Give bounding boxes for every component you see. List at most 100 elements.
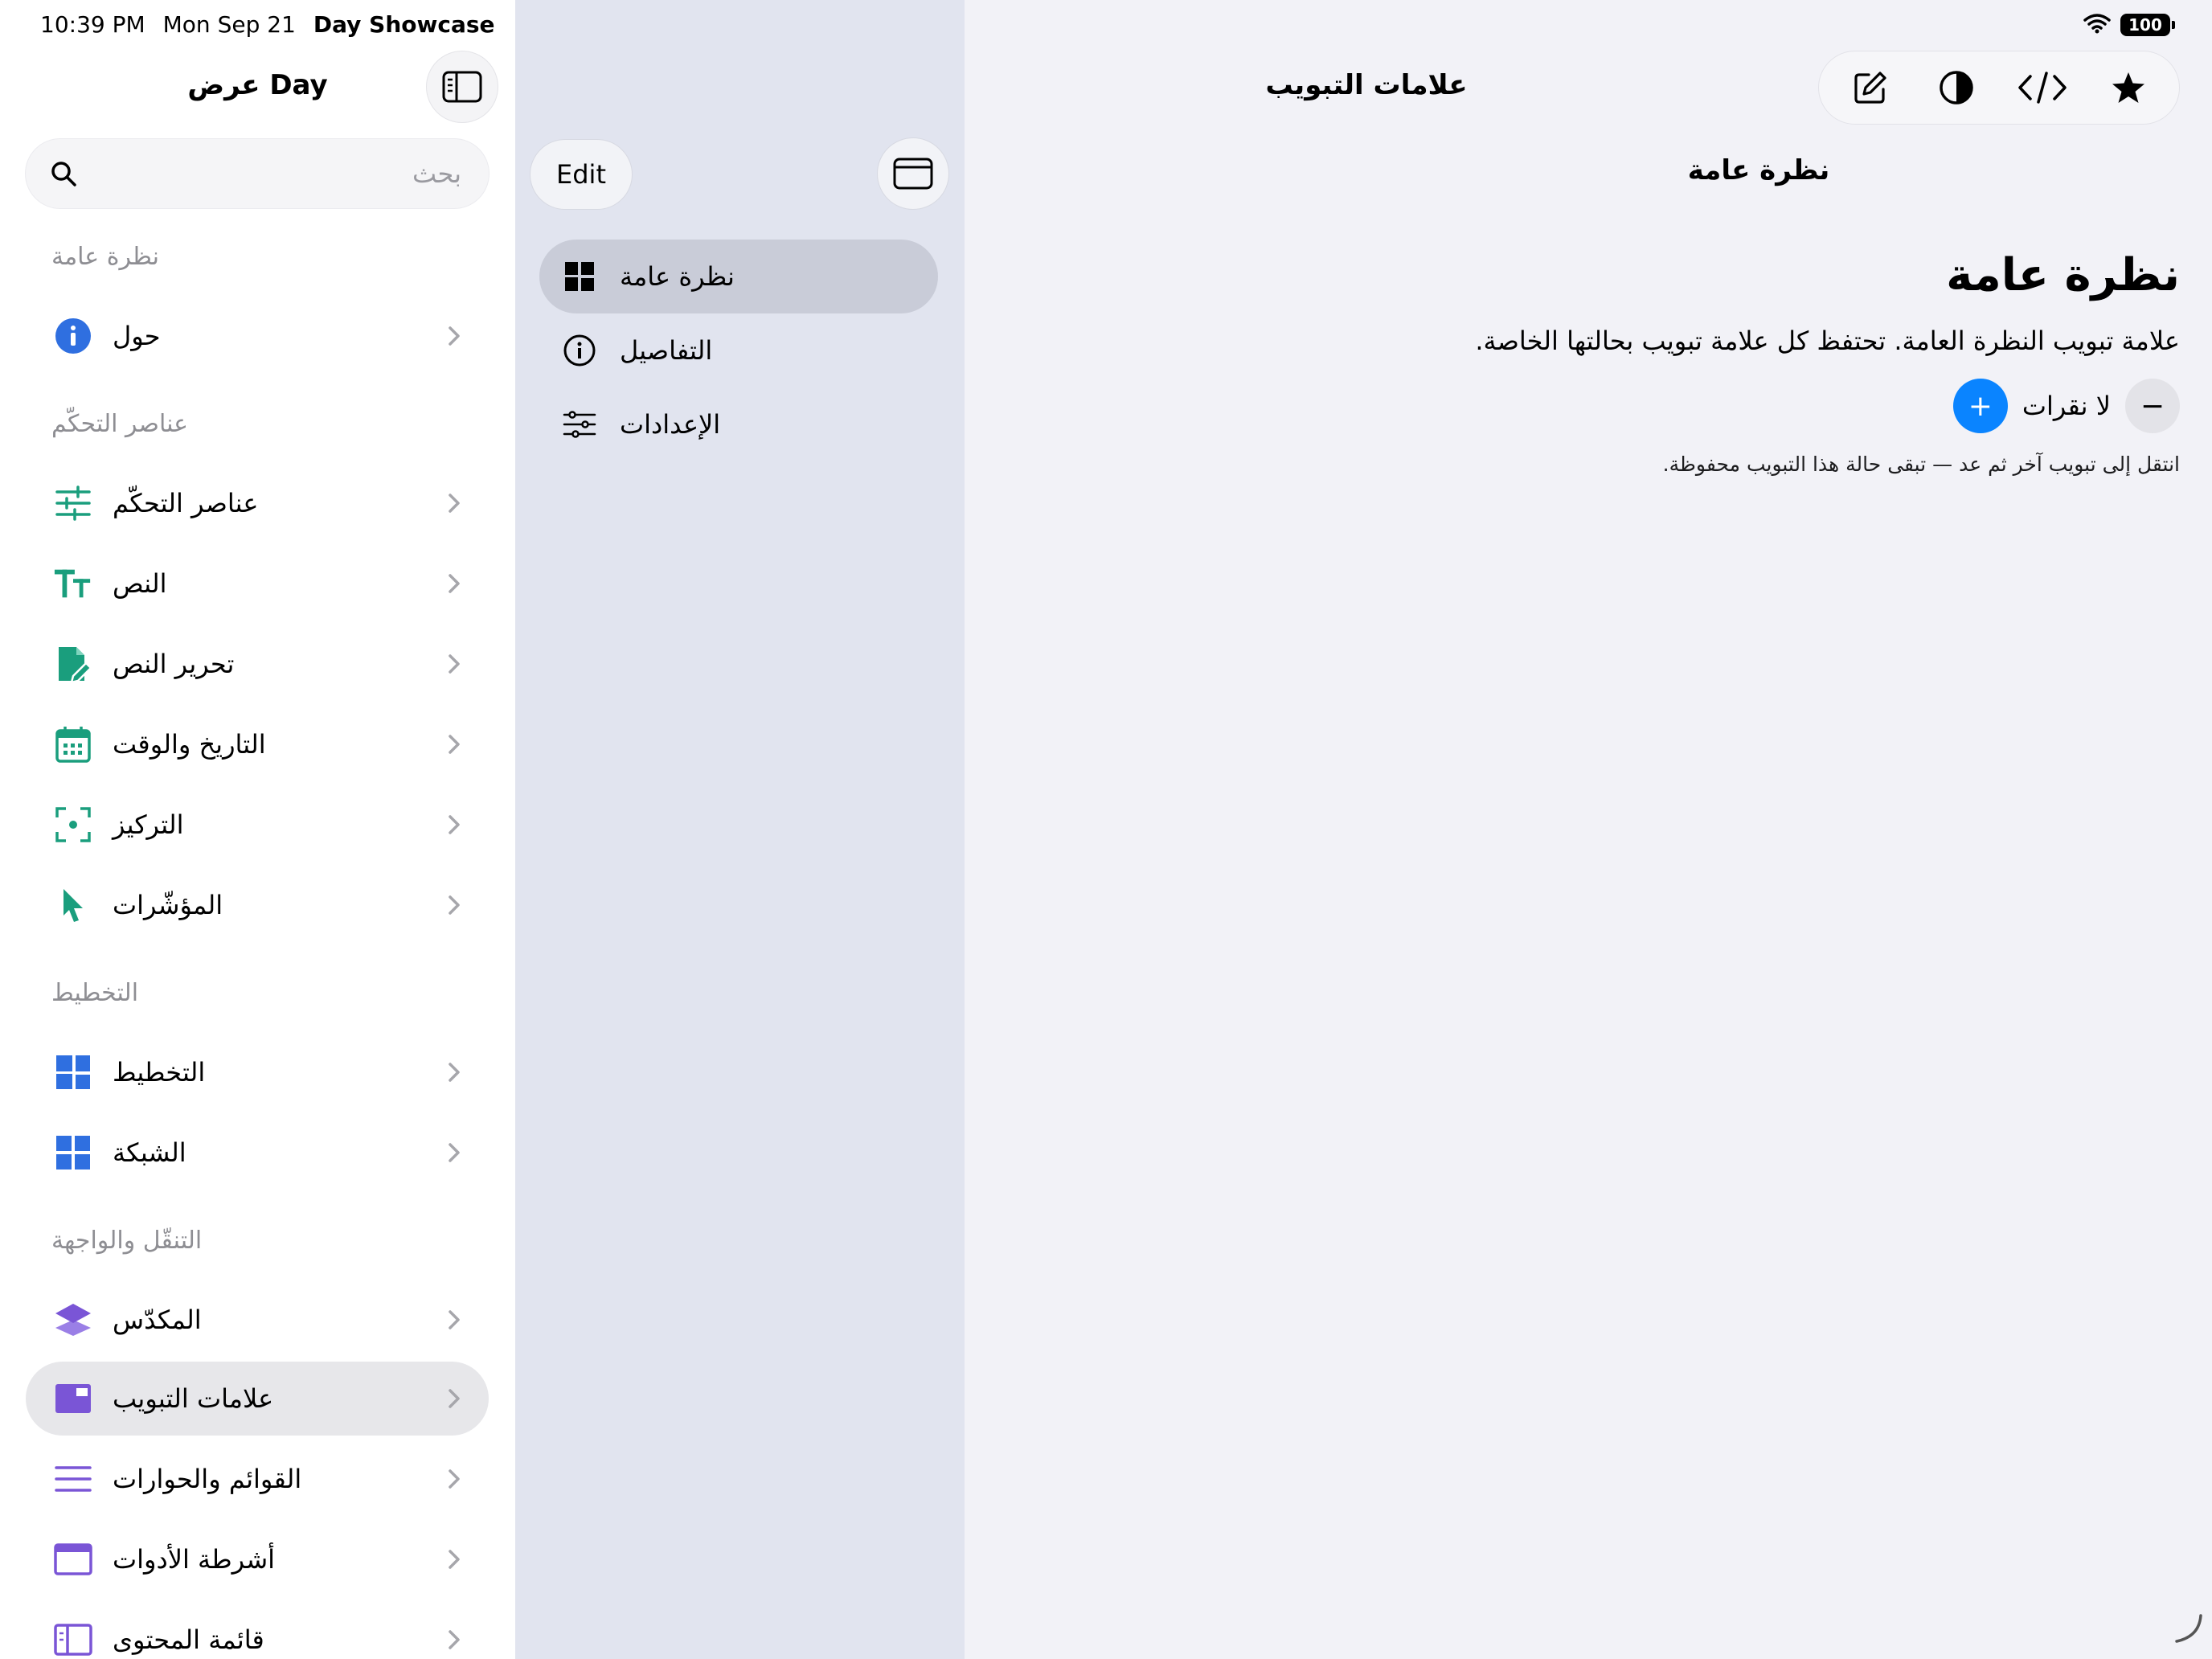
chevron-right-icon <box>442 1463 466 1495</box>
chevron-right-icon <box>442 1543 466 1575</box>
tab-label: الإعدادات <box>620 409 721 440</box>
sidebar-item-label: المؤشّرات <box>113 890 223 920</box>
appearance-button[interactable] <box>1924 55 1989 120</box>
sidebar-item-about[interactable]: حول <box>26 299 489 373</box>
chevron-right-icon <box>442 728 466 760</box>
overview-icon <box>562 259 597 294</box>
decrement-button[interactable]: − <box>2125 379 2180 433</box>
sidebar-item-focus[interactable]: التركيز <box>26 788 489 862</box>
status-bar-left: 10:39 PM Mon Sep 21 Day Showcase <box>40 11 495 38</box>
sidebar-item-toolbars[interactable]: أشرطة الأدوات <box>26 1522 489 1596</box>
toolbar-title: علامات التبويب <box>1265 69 1468 101</box>
sidebar-item-pointers[interactable]: المؤشّرات <box>26 868 489 942</box>
edit-button[interactable]: Edit <box>530 139 633 210</box>
list-icon <box>53 1459 93 1499</box>
chevron-right-icon <box>442 1056 466 1088</box>
sidebar-item-content-list[interactable]: قائمة المحتوى <box>26 1603 489 1659</box>
sidebar-icon <box>442 71 482 103</box>
chevron-right-icon <box>442 809 466 841</box>
tab-details[interactable]: التفاصيل <box>539 313 938 387</box>
document-edit-icon <box>53 644 93 684</box>
settings-sliders-icon <box>562 407 597 442</box>
sliders-icon <box>53 483 93 523</box>
page-title: نظرة عامة <box>1946 249 2180 301</box>
section-header-navigation: التنقّل والواجهة <box>51 1227 203 1255</box>
hint-text: انتقل إلى تبويب آخر ثم عد — تبقى حالة هذ… <box>1662 453 2180 476</box>
sidebar-item-label: النص <box>113 568 167 599</box>
sidebar-item-layout[interactable]: التخطيط <box>26 1035 489 1109</box>
content-list-icon <box>53 1620 93 1659</box>
sidebar-item-tabs[interactable]: علامات التبويب <box>26 1362 489 1436</box>
star-icon <box>2112 72 2144 103</box>
chevron-right-icon <box>442 487 466 519</box>
chevron-right-icon <box>442 1137 466 1169</box>
sidebar-item-menus-dialogs[interactable]: القوائم والحوارات <box>26 1442 489 1516</box>
tab-overview[interactable]: نظرة عامة <box>539 240 938 313</box>
sidebar-item-label: القوائم والحوارات <box>113 1464 302 1494</box>
battery-icon: 100 <box>2120 14 2175 36</box>
status-app-name: Day Showcase <box>313 11 495 38</box>
focus-icon <box>53 805 93 845</box>
sidebar-item-stack[interactable]: المكدّس <box>26 1283 489 1357</box>
code-icon <box>2017 72 2067 104</box>
tab-list-column: Edit نظرة عامة التفاصيل الإعدادات <box>515 0 965 1659</box>
sidebar-item-label: المكدّس <box>113 1305 202 1335</box>
sidebar-item-text-editing[interactable]: تحرير النص <box>26 627 489 701</box>
sidebar-item-date-time[interactable]: التاريخ والوقت <box>26 707 489 781</box>
status-date: Mon Sep 21 <box>162 11 296 38</box>
favorite-button[interactable] <box>2096 55 2161 120</box>
sidebar-item-label: التركيز <box>113 809 184 840</box>
counter-row: − لا نقرات + <box>1055 379 2180 433</box>
chevron-right-icon <box>442 1624 466 1656</box>
contrast-icon <box>1939 71 1973 104</box>
layout-icon <box>53 1052 93 1092</box>
tabs-icon <box>53 1378 93 1419</box>
sidebar-item-label: الشبكة <box>113 1137 186 1168</box>
compose-button[interactable] <box>1838 55 1903 120</box>
tab-content: نظرة عامة علامة تبويب النظرة العامة. تحت… <box>1055 249 2180 476</box>
sidebar-item-grid[interactable]: الشبكة <box>26 1116 489 1190</box>
search-input[interactable] <box>92 158 461 189</box>
wifi-icon <box>2083 13 2111 37</box>
tab-settings[interactable]: الإعدادات <box>539 387 938 461</box>
tab-label: التفاصيل <box>620 335 713 366</box>
increment-button[interactable]: + <box>1952 379 2008 433</box>
grid-icon <box>53 1133 93 1173</box>
sidebar: عرض Day نظرة عامة حول عناصر التحكّم عناص… <box>0 0 515 1659</box>
section-header-overview: نظرة عامة <box>51 243 159 271</box>
chevron-right-icon <box>442 889 466 921</box>
search-field[interactable] <box>25 138 490 209</box>
chevron-right-icon <box>442 1304 466 1336</box>
window-icon <box>893 158 933 190</box>
resize-handle[interactable] <box>2172 1612 2204 1648</box>
status-time: 10:39 PM <box>40 11 145 38</box>
chevron-right-icon <box>442 567 466 600</box>
sidebar-item-label: تحرير النص <box>113 649 235 679</box>
sidebar-item-label: علامات التبويب <box>113 1383 274 1414</box>
code-button[interactable] <box>2010 55 2075 120</box>
nav-title: نظرة عامة <box>1687 154 1830 186</box>
chevron-right-icon <box>442 320 466 352</box>
chevron-right-icon <box>442 648 466 680</box>
pointer-icon <box>53 885 93 925</box>
toggle-sidebar-button[interactable] <box>426 51 498 123</box>
sidebar-item-text[interactable]: النص <box>26 547 489 621</box>
counter-label: لا نقرات <box>2022 391 2111 421</box>
detail-pane: علامات التبويب نظرة عامة نظرة عامة علامة… <box>965 0 2212 1659</box>
toolbar-icon <box>53 1539 93 1579</box>
section-header-controls: عناصر التحكّم <box>51 410 189 438</box>
info-circle-icon <box>562 333 597 368</box>
sidebar-item-label: التاريخ والوقت <box>113 729 266 760</box>
stack-icon <box>53 1300 93 1340</box>
section-header-layout: التخطيط <box>51 979 139 1007</box>
sidebar-item-label: التخطيط <box>113 1057 206 1088</box>
status-bar-right: 100 <box>2083 13 2175 37</box>
toolbar-actions <box>1818 51 2180 125</box>
sidebar-item-label: قائمة المحتوى <box>113 1624 264 1655</box>
calendar-icon <box>53 724 93 764</box>
text-size-icon <box>53 563 93 604</box>
battery-level: 100 <box>2128 15 2162 35</box>
sidebar-item-controls[interactable]: عناصر التحكّم <box>26 466 489 540</box>
info-icon <box>53 316 93 356</box>
window-button[interactable] <box>877 137 949 210</box>
